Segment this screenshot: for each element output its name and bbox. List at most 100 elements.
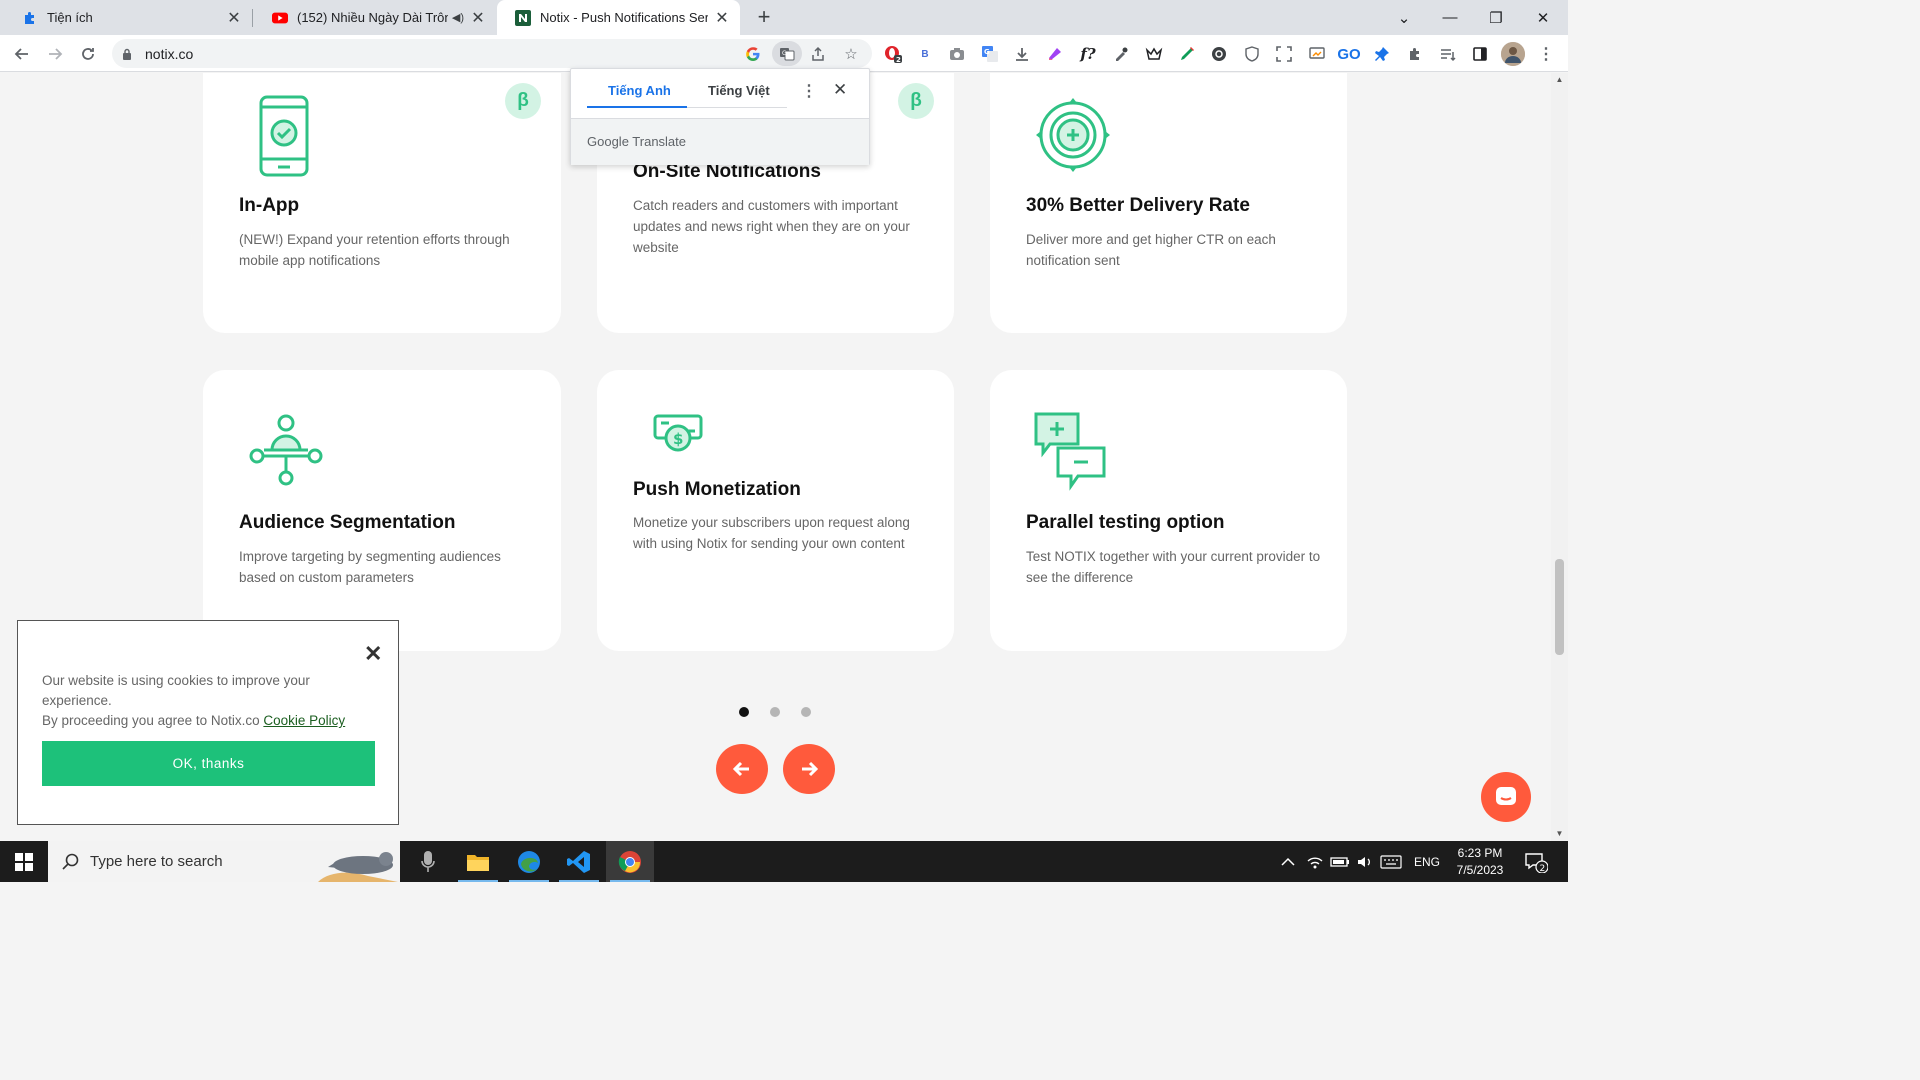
cast-icon[interactable]: [1307, 44, 1327, 64]
forward-button[interactable]: [42, 41, 68, 67]
card-description: Catch readers and customers with importa…: [633, 198, 910, 255]
tab-youtube[interactable]: (152) Nhiều Ngày Dài Trông ◀) ✕: [254, 0, 496, 35]
reload-button[interactable]: [75, 41, 101, 67]
keyboard-icon[interactable]: [1380, 841, 1402, 882]
download-icon[interactable]: [1012, 44, 1032, 64]
bookmark-star-icon[interactable]: ☆: [841, 44, 861, 64]
carousel-dot[interactable]: [739, 707, 749, 717]
cookie-message: Our website is using cookies to improve …: [42, 671, 362, 731]
url-text[interactable]: notix.co: [145, 46, 193, 62]
beta-badge: β: [898, 83, 934, 119]
system-clock[interactable]: 6:23 PM 7/5/2023: [1448, 845, 1512, 879]
camera-icon[interactable]: [947, 44, 967, 64]
shield-icon[interactable]: [1242, 44, 1262, 64]
google-translate-brand: Google Translate: [587, 134, 687, 149]
taskbar-app-edge[interactable]: [505, 841, 553, 882]
lock-icon[interactable]: [122, 47, 132, 65]
notification-center-icon[interactable]: 2: [1524, 841, 1548, 882]
restore-button[interactable]: ❐: [1473, 0, 1519, 35]
target-icon: [1036, 98, 1110, 177]
scroll-up-icon[interactable]: ▲: [1555, 75, 1564, 84]
tab-title: (152) Nhiều Ngày Dài Trông: [297, 10, 448, 25]
google-translate-extension-icon[interactable]: G: [980, 44, 1000, 64]
carousel-dot[interactable]: [801, 707, 811, 717]
notix-icon: [515, 9, 531, 26]
card-description: Improve targeting by segmenting audience…: [239, 549, 501, 585]
translate-tab-source[interactable]: Tiếng Anh: [608, 83, 671, 98]
new-tab-button[interactable]: +: [752, 4, 776, 30]
volume-icon[interactable]: [1356, 841, 1374, 882]
battery-icon[interactable]: [1330, 841, 1350, 882]
b-extension-icon[interactable]: B: [915, 44, 935, 64]
close-icon[interactable]: ✕: [714, 8, 730, 28]
carousel-dot[interactable]: [770, 707, 780, 717]
chat-icon: [1496, 787, 1516, 805]
windows-logo-icon: [15, 852, 33, 871]
tray-overflow-icon[interactable]: [1281, 841, 1295, 882]
tab-extensions[interactable]: Tiện ích ✕: [4, 0, 252, 35]
taskbar-app-vscode[interactable]: [555, 841, 603, 882]
card-description: Test NOTIX together with your current pr…: [1026, 549, 1321, 585]
tab-search-icon[interactable]: ⌄: [1381, 0, 1427, 35]
crown-extension-icon[interactable]: [1144, 44, 1164, 64]
live-chat-button[interactable]: [1481, 772, 1531, 822]
input-language[interactable]: ENG: [1414, 841, 1440, 882]
go-extension-icon[interactable]: GO: [1337, 44, 1360, 64]
screenshot-icon[interactable]: [1274, 44, 1294, 64]
wifi-icon[interactable]: [1306, 841, 1324, 882]
reading-list-icon[interactable]: [1438, 44, 1458, 64]
taskbar-app-chrome[interactable]: [606, 841, 654, 882]
carousel-dots: [739, 707, 811, 717]
carousel-prev-button[interactable]: [716, 744, 768, 794]
clock-time: 6:23 PM: [1457, 846, 1503, 860]
card-description: Monetize your subscribers upon request a…: [633, 515, 910, 551]
tab-notix[interactable]: Notix - Push Notifications Service ✕: [497, 0, 740, 35]
running-indicator: [610, 880, 650, 882]
browser-menu-icon[interactable]: ⋮: [1536, 44, 1556, 64]
taskbar-app-voice[interactable]: [404, 841, 452, 882]
eyedropper-icon[interactable]: [1111, 44, 1131, 64]
feature-card-parallel-testing: Parallel testing option Test NOTIX toget…: [990, 370, 1347, 651]
scroll-thumb[interactable]: [1555, 559, 1564, 655]
translate-icon[interactable]: G: [772, 41, 802, 66]
color-extension-icon[interactable]: [1045, 44, 1065, 64]
close-icon[interactable]: ✕: [470, 8, 486, 28]
carousel-next-button[interactable]: [783, 744, 835, 794]
close-icon[interactable]: ✕: [833, 80, 847, 100]
youtube-icon: [272, 10, 288, 26]
google-icon[interactable]: [743, 44, 763, 64]
speaker-muted-icon[interactable]: ◀): [452, 11, 464, 24]
translate-tab-target[interactable]: Tiếng Việt: [708, 83, 770, 98]
extensions-puzzle-icon[interactable]: [1405, 44, 1425, 64]
share-icon[interactable]: [808, 44, 828, 64]
pin-icon[interactable]: [1372, 44, 1392, 64]
side-panel-icon[interactable]: [1470, 44, 1490, 64]
cookie-text-2: By proceeding you agree to Notix.co: [42, 713, 264, 728]
tab-title: Notix - Push Notifications Service: [540, 10, 708, 25]
chatgpt-extension-icon[interactable]: [1209, 44, 1229, 64]
feature-card-audience: Audience Segmentation Improve targeting …: [203, 370, 561, 651]
cookie-accept-button[interactable]: OK, thanks: [42, 741, 375, 786]
formula-extension-icon[interactable]: f?: [1078, 44, 1098, 64]
minimize-button[interactable]: —: [1427, 0, 1473, 35]
edge-icon: [518, 850, 540, 873]
back-button[interactable]: [9, 41, 35, 67]
vscode-icon: [567, 850, 590, 873]
profile-avatar[interactable]: [1501, 42, 1525, 66]
pencil-extension-icon[interactable]: [1177, 44, 1197, 64]
web-page: β In-App (NEW!) Expand your retention ef…: [0, 73, 1551, 841]
close-icon[interactable]: ✕: [364, 641, 382, 667]
window-close-button[interactable]: ✕: [1520, 0, 1566, 35]
address-bar[interactable]: notix.co G ☆: [112, 39, 872, 68]
scroll-down-icon[interactable]: ▼: [1555, 829, 1564, 838]
taskbar-search-box[interactable]: Type here to search: [48, 841, 400, 882]
page-scrollbar[interactable]: ▲ ▼: [1551, 73, 1568, 841]
more-options-icon[interactable]: ⋮: [801, 81, 817, 101]
opera-extension-icon[interactable]: 2: [883, 44, 903, 64]
chrome-icon: [618, 850, 641, 873]
cookie-policy-link[interactable]: Cookie Policy: [263, 713, 345, 728]
svg-text:G: G: [782, 50, 787, 57]
windows-start-button[interactable]: [0, 841, 48, 882]
taskbar-app-file-explorer[interactable]: [454, 841, 502, 882]
close-icon[interactable]: ✕: [226, 8, 242, 28]
